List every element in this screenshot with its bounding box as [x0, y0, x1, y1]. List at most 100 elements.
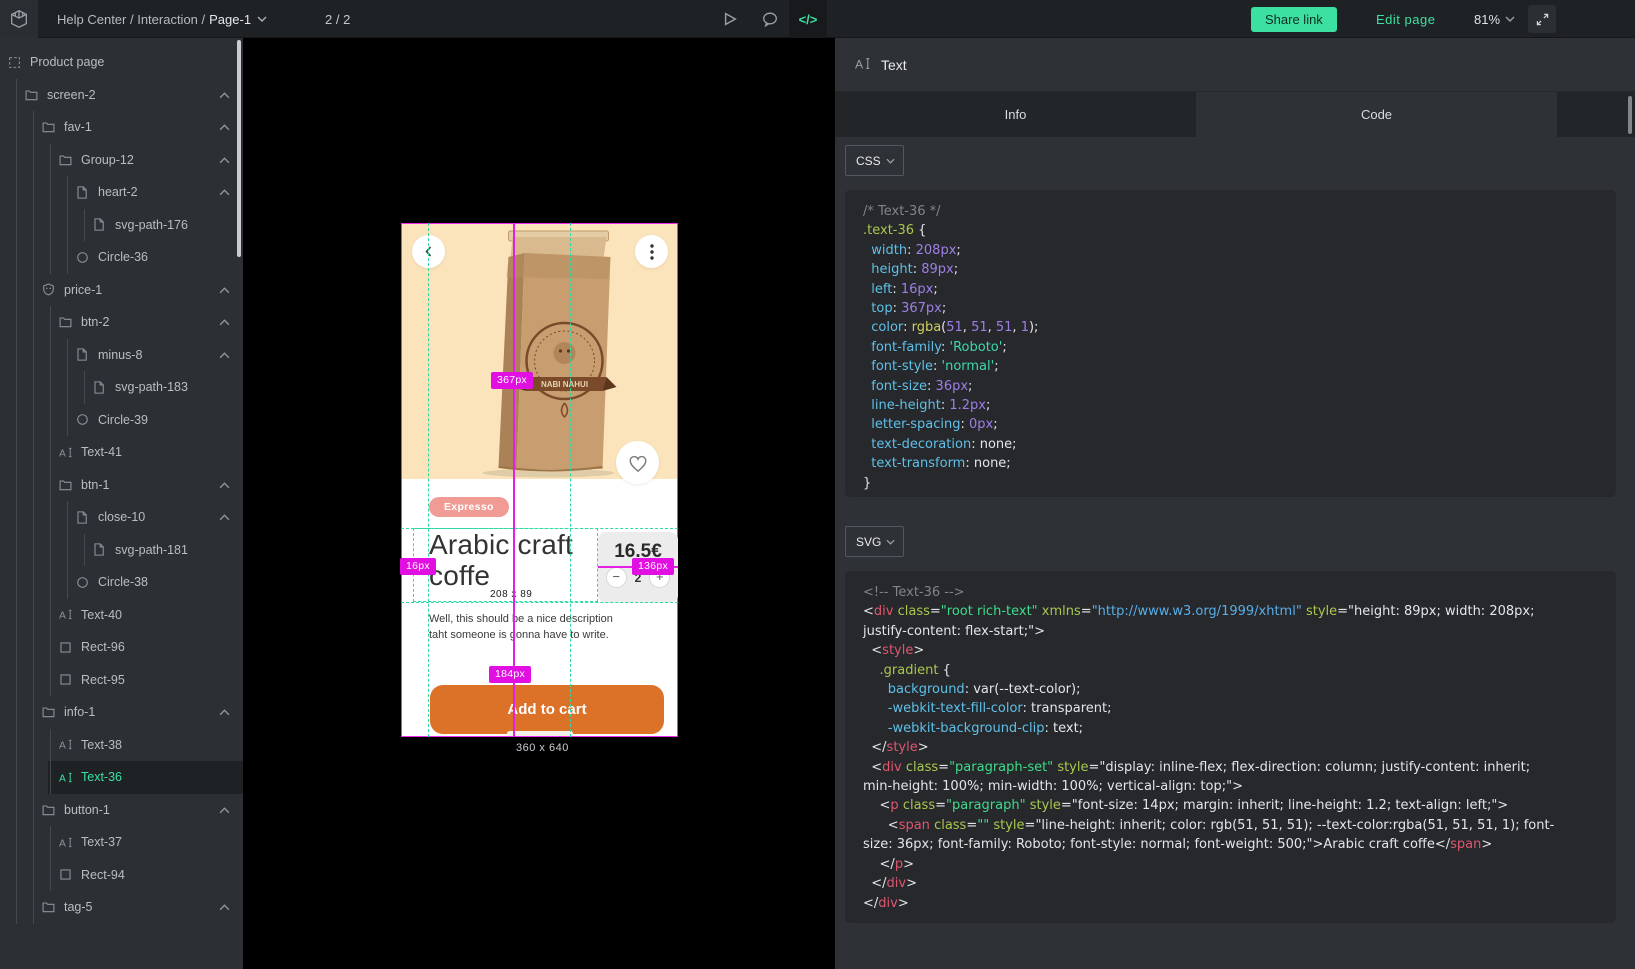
layer-row-svg-path-183[interactable]: svg-path-183 — [0, 371, 243, 404]
chevron-up-icon[interactable] — [219, 124, 230, 131]
code-line: left: 16px; — [863, 280, 1616, 299]
layer-row-minus-8[interactable]: minus-8 — [0, 339, 243, 372]
tree-guide-line — [50, 761, 51, 794]
play-button[interactable] — [711, 0, 749, 38]
breadcrumb[interactable]: Help Center / Interaction / Page-1 — [57, 0, 267, 38]
chevron-up-icon[interactable] — [219, 482, 230, 489]
layer-row-fav-1[interactable]: fav-1 — [0, 111, 243, 144]
add-to-cart-button[interactable]: Add to cart — [430, 685, 664, 734]
top-bar: Help Center / Interaction / Page-1 2 / 2… — [0, 0, 1635, 38]
css-format-dropdown[interactable]: CSS — [845, 145, 904, 176]
chevron-up-icon[interactable] — [219, 319, 230, 326]
frame-icon — [8, 56, 22, 69]
chevron-up-icon[interactable] — [219, 157, 230, 164]
edit-page-button[interactable]: Edit page — [1376, 0, 1435, 38]
layer-row-Text-40[interactable]: AText-40 — [0, 599, 243, 632]
share-link-button[interactable]: Share link — [1251, 7, 1337, 32]
category-tag[interactable]: Expresso — [429, 497, 509, 517]
svg-code-block[interactable]: <!-- Text-36 --><div class="root rich-te… — [845, 571, 1616, 923]
minus-button[interactable]: − — [606, 567, 627, 588]
tree-guide-line — [50, 501, 51, 534]
comment-button[interactable] — [751, 0, 789, 38]
css-dropdown-value: CSS — [856, 154, 881, 168]
chevron-up-icon[interactable] — [219, 709, 230, 716]
chevron-up-icon[interactable] — [219, 352, 230, 359]
layer-row-Rect-96[interactable]: Rect-96 — [0, 631, 243, 664]
circle-icon — [76, 251, 90, 264]
chevron-up-icon[interactable] — [219, 287, 230, 294]
tree-guide-line — [16, 469, 17, 502]
layer-row-close-10[interactable]: close-10 — [0, 501, 243, 534]
layer-row-Text-36[interactable]: AText-36 — [0, 761, 243, 794]
chevron-down-icon[interactable] — [257, 16, 267, 22]
tree-guide-line — [67, 241, 68, 274]
chevron-up-icon[interactable] — [219, 514, 230, 521]
layer-row-Product page[interactable]: Product page — [0, 46, 243, 79]
layer-row-btn-1[interactable]: btn-1 — [0, 469, 243, 502]
breadcrumb-page: Page-1 — [209, 12, 251, 27]
code-line: -webkit-background-clip: text; — [863, 719, 1616, 738]
layer-row-info-1[interactable]: info-1 — [0, 696, 243, 729]
more-options-button[interactable] — [635, 235, 668, 268]
layer-row-Group-12[interactable]: Group-12 — [0, 144, 243, 177]
tree-guide-line — [16, 631, 17, 664]
tree-guide-line — [33, 729, 34, 762]
zoom-control[interactable]: 81% — [1474, 0, 1515, 38]
layer-row-button-1[interactable]: button-1 — [0, 794, 243, 827]
layer-row-svg-path-176[interactable]: svg-path-176 — [0, 209, 243, 242]
chevron-up-icon[interactable] — [219, 189, 230, 196]
tree-guide-line — [50, 241, 51, 274]
code-view-button[interactable]: </> — [789, 0, 827, 38]
code-line: <style> — [863, 641, 1616, 660]
layer-row-svg-path-181[interactable]: svg-path-181 — [0, 534, 243, 567]
layer-row-tag-5[interactable]: tag-5 — [0, 891, 243, 924]
layer-row-Rect-94[interactable]: Rect-94 — [0, 859, 243, 892]
fullscreen-button[interactable] — [1528, 5, 1556, 33]
tree-guide-line — [67, 339, 68, 372]
inspector-scrollbar[interactable] — [1628, 96, 1632, 134]
svg-format-dropdown[interactable]: SVG — [845, 526, 904, 557]
layer-row-Circle-39[interactable]: Circle-39 — [0, 404, 243, 437]
rect-icon — [59, 641, 73, 654]
vertical-guide-left — [428, 223, 429, 737]
app-logo[interactable] — [0, 0, 38, 38]
css-code-block[interactable]: /* Text-36 */.text-36 { width: 208px; he… — [845, 190, 1616, 497]
product-page-frame[interactable]: NABI NAHUI Expresso Arabic craft coffe 2… — [401, 223, 678, 737]
folder-icon — [42, 901, 56, 914]
chevron-up-icon[interactable] — [219, 92, 230, 99]
design-canvas[interactable]: NABI NAHUI Expresso Arabic craft coffe 2… — [243, 38, 835, 969]
chevron-down-icon — [1505, 16, 1515, 22]
tree-guide-line — [67, 534, 68, 567]
tab-code[interactable]: Code — [1196, 92, 1557, 137]
chevron-up-icon[interactable] — [219, 807, 230, 814]
tree-guide-line — [33, 566, 34, 599]
sidebar-scrollbar[interactable] — [237, 40, 241, 257]
code-line: font-size: 36px; — [863, 377, 1616, 396]
code-line: font-family: 'Roboto'; — [863, 338, 1616, 357]
rect-icon — [59, 673, 73, 686]
layer-row-screen-2[interactable]: screen-2 — [0, 79, 243, 112]
folder-icon — [42, 803, 56, 816]
layer-row-Text-41[interactable]: AText-41 — [0, 436, 243, 469]
text-icon: A — [59, 738, 73, 751]
layer-label: Circle-39 — [98, 413, 148, 427]
favorite-button[interactable] — [616, 441, 659, 484]
tree-guide-line — [50, 404, 51, 437]
folder-icon — [59, 478, 73, 491]
layer-row-Circle-36[interactable]: Circle-36 — [0, 241, 243, 274]
inspector-tabs: Info Code — [835, 92, 1557, 137]
layer-row-price-1[interactable]: price-1 — [0, 274, 243, 307]
layer-label: close-10 — [98, 510, 145, 524]
chevron-up-icon[interactable] — [219, 904, 230, 911]
layer-row-heart-2[interactable]: heart-2 — [0, 176, 243, 209]
tab-info[interactable]: Info — [835, 92, 1196, 137]
chevron-down-icon — [886, 539, 895, 545]
layer-label: Text-41 — [81, 445, 122, 459]
layer-row-Text-37[interactable]: AText-37 — [0, 826, 243, 859]
layer-row-Text-38[interactable]: AText-38 — [0, 729, 243, 762]
tree-guide-line — [16, 599, 17, 632]
layer-row-btn-2[interactable]: btn-2 — [0, 306, 243, 339]
layer-row-Circle-38[interactable]: Circle-38 — [0, 566, 243, 599]
tree-guide-line — [16, 729, 17, 762]
layer-row-Rect-95[interactable]: Rect-95 — [0, 664, 243, 697]
